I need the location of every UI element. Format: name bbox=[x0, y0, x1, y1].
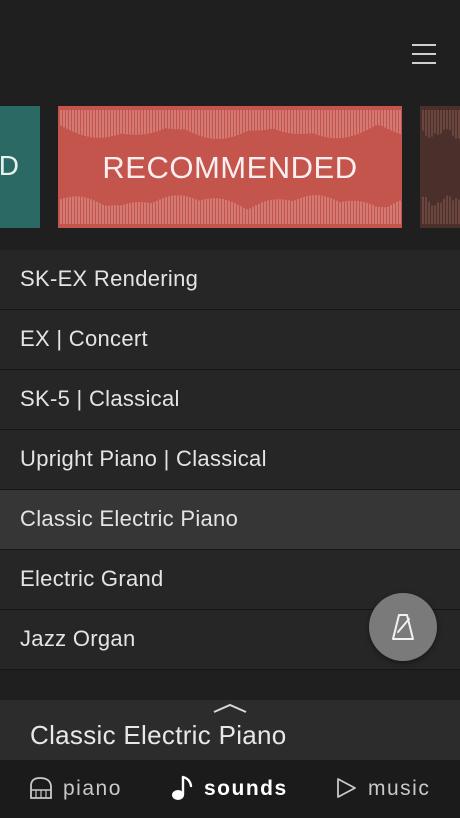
tab-music[interactable]: music bbox=[335, 760, 445, 818]
now-playing-title: Classic Electric Piano bbox=[30, 720, 287, 750]
category-card-next[interactable] bbox=[420, 106, 460, 228]
play-icon bbox=[337, 778, 356, 798]
sound-list-item[interactable]: EX | Concert bbox=[0, 310, 460, 370]
sound-name: SK-5 | Classical bbox=[20, 386, 180, 411]
hamburger-menu-icon[interactable] bbox=[412, 44, 436, 64]
sound-list-item-selected[interactable]: Classic Electric Piano bbox=[0, 490, 460, 550]
menu-line bbox=[412, 53, 436, 55]
top-bar bbox=[0, 0, 460, 92]
tab-sounds-label: sounds bbox=[204, 777, 288, 800]
tab-sounds[interactable]: sounds bbox=[170, 760, 300, 818]
category-card-label: RECOMMENDED bbox=[102, 150, 358, 185]
metronome-icon bbox=[392, 614, 414, 640]
menu-line bbox=[412, 62, 436, 64]
tab-piano-label: piano bbox=[63, 777, 122, 800]
category-card-previous[interactable]: D bbox=[0, 106, 40, 228]
sound-list-item[interactable]: Upright Piano | Classical bbox=[0, 430, 460, 490]
menu-line bbox=[412, 44, 436, 46]
tab-piano[interactable]: piano bbox=[28, 760, 138, 818]
waveform-graphic bbox=[422, 110, 460, 224]
sound-name: EX | Concert bbox=[20, 326, 148, 351]
sound-name: Classic Electric Piano bbox=[20, 506, 239, 531]
sound-list-item[interactable]: SK-EX Rendering bbox=[0, 250, 460, 310]
sound-name: SK-EX Rendering bbox=[20, 266, 199, 291]
metronome-button[interactable] bbox=[369, 593, 437, 661]
bottom-tab-bar: piano sounds music bbox=[0, 760, 460, 818]
sound-name: Electric Grand bbox=[20, 566, 164, 591]
sound-name: Upright Piano | Classical bbox=[20, 446, 267, 471]
sound-list-item[interactable]: SK-5 | Classical bbox=[0, 370, 460, 430]
category-card-label: D bbox=[0, 150, 20, 181]
chevron-up-icon[interactable] bbox=[212, 702, 248, 714]
now-playing-bar[interactable]: Classic Electric Piano bbox=[0, 700, 460, 760]
tab-music-label: music bbox=[368, 777, 431, 800]
category-carousel[interactable]: D RECOMMENDED bbox=[0, 92, 460, 250]
category-card-recommended[interactable]: RECOMMENDED bbox=[58, 106, 402, 228]
piano-icon bbox=[30, 777, 52, 799]
sound-name: Jazz Organ bbox=[20, 626, 136, 651]
music-note-icon bbox=[172, 775, 193, 800]
